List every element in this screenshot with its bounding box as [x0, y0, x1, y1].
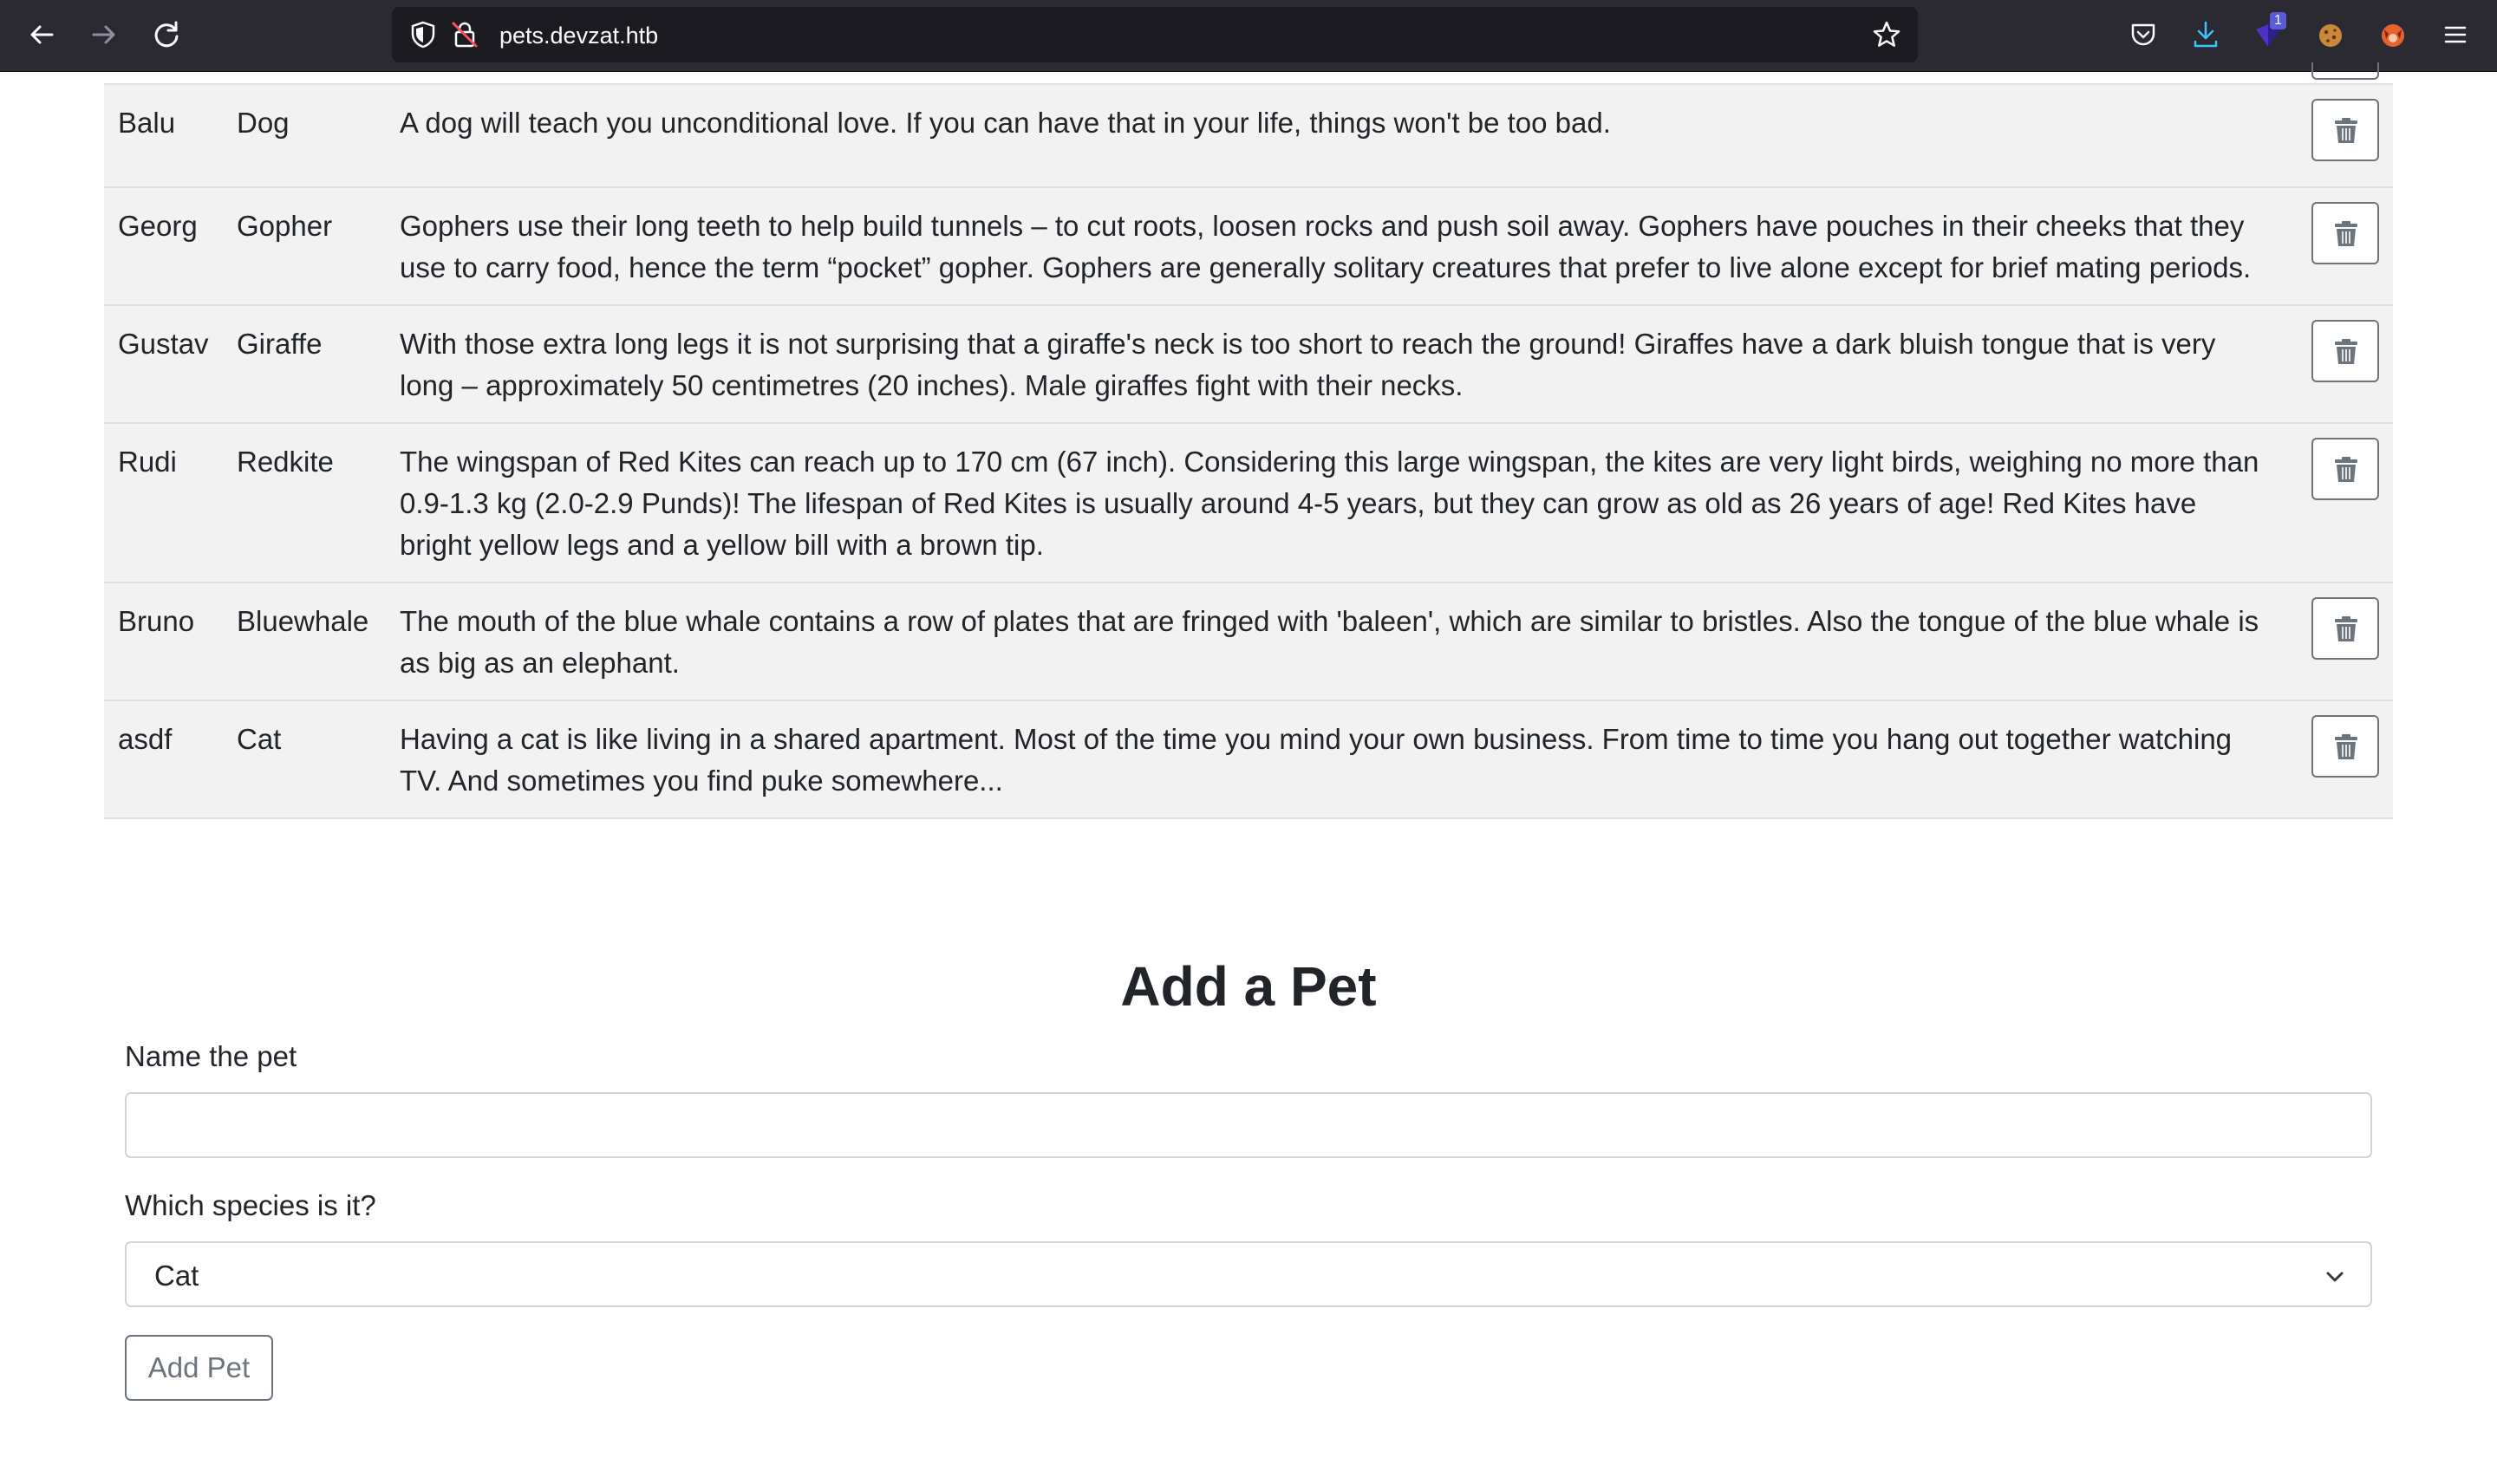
pet-name-cell: Bruno	[104, 583, 223, 701]
insecure-lock-icon[interactable]	[449, 19, 480, 50]
delete-button[interactable]	[2311, 62, 2379, 80]
trash-icon	[2335, 457, 2357, 482]
table-row: Balu Dog A dog will teach you unconditiona…	[104, 84, 2393, 188]
table-row	[104, 62, 2393, 85]
pet-name-cell: Balu	[104, 84, 223, 188]
species-select[interactable]: Cat	[125, 1241, 2372, 1307]
profile-extension-button[interactable]	[2376, 17, 2410, 52]
chevron-down-icon	[2326, 1272, 2344, 1282]
pet-species-cell: Giraffe	[223, 305, 386, 424]
pocket-button[interactable]	[2126, 17, 2161, 52]
pet-description-cell: Having a cat is like living in a shared …	[386, 700, 2282, 819]
trash-icon	[2335, 339, 2357, 364]
cookie-extension-button[interactable]	[2313, 17, 2348, 52]
page-content: Balu Dog A dog will teach you unconditiona…	[0, 62, 2497, 1484]
trash-icon	[2335, 221, 2357, 246]
species-selected-value: Cat	[154, 1259, 199, 1292]
pet-rows: Balu Dog A dog will teach you unconditiona…	[104, 84, 2393, 819]
address-bar[interactable]: pets.devzat.htb	[392, 7, 1918, 62]
pet-description-cell: The wingspan of Red Kites can reach up t…	[386, 423, 2282, 583]
back-arrow-icon	[30, 25, 54, 44]
extension-button[interactable]: 1	[2251, 12, 2286, 52]
pet-species-cell: Redkite	[223, 423, 386, 583]
table-row: Rudi Redkite The wingspan of Red Kites can…	[104, 423, 2393, 583]
pet-description-cell: With those extra long legs it is not sur…	[386, 305, 2282, 424]
species-label: Which species is it?	[125, 1189, 376, 1221]
downloads-button[interactable]	[2188, 17, 2223, 52]
delete-button[interactable]	[2311, 438, 2379, 500]
pet-species-cell: Dog	[223, 84, 386, 188]
url-text[interactable]: pets.devzat.htb	[499, 23, 658, 49]
delete-button[interactable]	[2311, 99, 2379, 161]
reload-icon	[154, 21, 179, 48]
table-row: asdf Cat Having a cat is like living in a …	[104, 700, 2393, 819]
table-row: Gustav Giraffe With those extra long legs …	[104, 305, 2393, 424]
forward-arrow-icon	[92, 25, 115, 44]
extension-badge: 1	[2270, 12, 2286, 29]
pet-name-cell: Rudi	[104, 423, 223, 583]
trash-icon	[2335, 118, 2357, 143]
pet-species-cell: Gopher	[223, 187, 386, 306]
delete-button[interactable]	[2311, 202, 2379, 264]
pets-table: Balu Dog A dog will teach you unconditiona…	[104, 62, 2393, 819]
pet-description-cell: A dog will teach you unconditional love.…	[386, 84, 2282, 188]
reload-button[interactable]	[147, 16, 186, 54]
forward-button[interactable]	[85, 16, 123, 54]
pet-name-cell: Gustav	[104, 305, 223, 424]
back-button[interactable]	[23, 16, 61, 54]
browser-toolbar: pets.devzat.htb 1	[0, 0, 2497, 72]
add-pet-heading: Add a Pet	[1120, 955, 1377, 1018]
table-row: Bruno Bluewhale The mouth of the blue whal…	[104, 583, 2393, 701]
fox-extension-icon	[2382, 24, 2404, 47]
pet-name-input[interactable]	[125, 1092, 2372, 1158]
cookie-icon	[2319, 24, 2342, 47]
pet-name-cell: Georg	[104, 187, 223, 306]
bookmark-star-icon[interactable]	[1871, 19, 1902, 50]
delete-button[interactable]	[2311, 715, 2379, 778]
pet-description-cell: Gophers use their long teeth to help bui…	[386, 187, 2282, 306]
pet-name-cell: asdf	[104, 700, 223, 819]
delete-button[interactable]	[2311, 320, 2379, 382]
tracking-shield-icon[interactable]	[407, 19, 439, 50]
pocket-icon	[2131, 23, 2155, 46]
pet-species-cell: Bluewhale	[223, 583, 386, 701]
pet-description-cell: The mouth of the blue whale contains a r…	[386, 583, 2282, 701]
pet-species-cell: Cat	[223, 700, 386, 819]
app-menu-button[interactable]	[2438, 17, 2473, 52]
pet-name-label: Name the pet	[125, 1040, 297, 1072]
table-row: Georg Gopher Gophers use their long teeth …	[104, 187, 2393, 306]
trash-icon	[2335, 616, 2357, 641]
add-pet-button[interactable]: Add Pet	[125, 1335, 273, 1401]
delete-button[interactable]	[2311, 597, 2379, 660]
trash-icon	[2335, 734, 2357, 759]
download-icon	[2194, 21, 2218, 48]
hamburger-menu-icon	[2444, 26, 2467, 43]
